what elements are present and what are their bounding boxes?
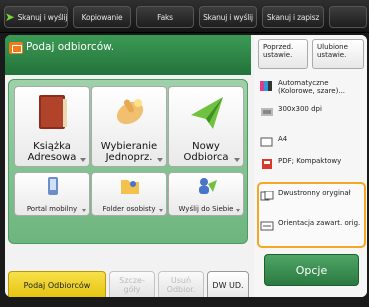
tab-more[interactable] [329,6,367,28]
tab-label: Skanuj i zapisz [266,12,320,22]
duplex-original-icon [260,191,274,201]
address-book-label: Książka Adresowa [27,141,77,163]
main-window: Podaj odbiorców. Książka Adresowa Wybier… [5,35,367,297]
mobile-portal-icon [48,177,58,195]
duplex-setting[interactable]: Dwustronny oryginał [260,189,365,211]
function-tab-bar: ➤ Skanuj i wyślij Kopiowanie Faks Skanuj… [0,0,369,33]
send-to-self-icon [199,178,217,194]
color-mode-icon [260,81,272,91]
address-book-icon [39,95,67,129]
previous-settings-button[interactable]: Poprzed. ustawie. [258,39,308,69]
paper-size-setting[interactable]: A4 [260,135,365,149]
send-to-self-label: Wyślij do Siebie [178,205,234,213]
tab-label: Skanuj i wyślij [203,12,253,22]
mobile-portal-button[interactable]: Portal mobilny [14,172,90,216]
destination-panel: Książka Adresowa Wybieranie Jednoprz. No… [8,79,248,244]
tab-label: Szcze- góły [119,276,145,294]
page-title: Podaj odbiorców. [26,41,115,53]
folder-icon [121,180,139,194]
recipients-icon [9,42,23,54]
paper-size-icon [260,137,273,147]
paper-size-value: A4 [278,135,288,143]
tab-scan-and-send[interactable]: Skanuj i wyślij [199,6,257,28]
details-tab[interactable]: Szcze- góły [109,271,155,297]
tab-fax[interactable]: Faks [136,6,194,28]
options-label: Opcje [295,263,328,277]
one-touch-icon [116,99,144,125]
specify-recipients-tab[interactable]: Podaj Odbiorców [8,271,106,297]
personal-folder-label: Folder osobisty [102,205,156,213]
duplex-value: Dwustronny oryginał [278,189,351,197]
chevron-down-icon [159,209,163,212]
tab-scan-and-store[interactable]: Skanuj i zapisz [262,6,324,28]
file-format-value: PDF; Kompaktowy [278,157,342,165]
window-title-bar: Podaj odbiorców. [5,35,251,75]
new-destination-button[interactable]: Nowy Odbiorca [168,86,244,167]
tab-label: DW UD. [212,280,244,290]
orientation-value: Orientacja zawart. orig. [278,219,361,227]
chevron-down-icon [80,158,86,162]
tab-label: Usuń Odbior. [166,276,196,294]
send-to-self-button[interactable]: Wyślij do Siebie [168,172,244,216]
chevron-down-icon [157,158,163,162]
chevron-down-icon [236,209,240,212]
orientation-icon [260,221,274,231]
tab-label: Kopiowanie [81,12,123,22]
cc-bcc-tab[interactable]: DW UD. [207,271,249,297]
resolution-value: 300x300 dpi [278,105,322,113]
paper-plane-icon [191,97,223,129]
one-touch-button[interactable]: Wybieranie Jednoprz. [91,86,167,167]
tab-label: Faks [157,12,173,22]
chevron-down-icon [82,209,86,212]
previous-settings-label: Poprzed. ustawie. [263,43,294,59]
one-touch-label: Wybieranie Jednoprz. [100,141,158,163]
favorite-settings-button[interactable]: Ulubione ustawie. [312,39,364,69]
home-arrow-icon: ➤ [4,10,15,24]
tab-label: Skanuj i wyślij [17,12,68,22]
address-book-button[interactable]: Książka Adresowa [14,86,90,167]
file-format-setting[interactable]: PDF; Kompaktowy [260,157,365,177]
orientation-setting[interactable]: Orientacja zawart. orig. [260,219,365,241]
remove-recipient-tab[interactable]: Usuń Odbior. [158,271,204,297]
options-button[interactable]: Opcje [264,254,359,286]
color-mode-setting[interactable]: Automatyczne (Kolorowe, szare)... [260,79,365,99]
color-mode-value: Automatyczne (Kolorowe, szare)... [278,79,346,95]
chevron-down-icon [234,158,240,162]
new-destination-label: Nowy Odbiorca [183,141,229,163]
tab-copy[interactable]: Kopiowanie [73,6,131,28]
pdf-file-icon [262,159,272,169]
resolution-setting[interactable]: 300x300 dpi [260,105,365,119]
tab-label: Podaj Odbiorców [23,280,91,290]
personal-folder-button[interactable]: Folder osobisty [91,172,167,216]
resolution-icon [261,108,273,116]
tab-scan-and-send-main[interactable]: ➤ Skanuj i wyślij [4,6,68,28]
settings-panel: Poprzed. ustawie. Ulubione ustawie. Auto… [254,35,367,297]
mobile-portal-label: Portal mobilny [26,205,78,213]
favorite-settings-label: Ulubione ustawie. [317,43,348,59]
